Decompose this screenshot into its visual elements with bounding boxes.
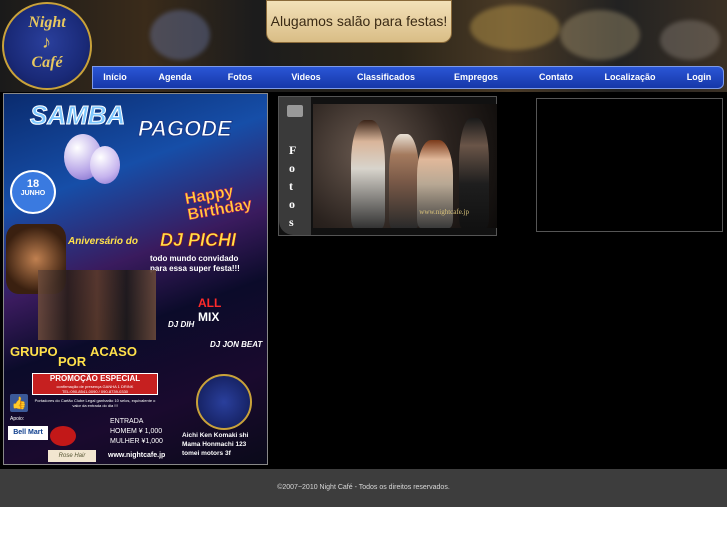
entrada-label: ENTRADA [110, 418, 144, 425]
nav-videos[interactable]: Videos [283, 67, 329, 88]
band-photo [38, 270, 156, 340]
balloon-decoration [90, 146, 120, 184]
address-line3: tomei motors 3f [182, 450, 231, 457]
invite-line1: todo mundo convidado [150, 254, 239, 263]
group-line2: POR [58, 354, 87, 369]
date-month: JUNHO [20, 190, 46, 197]
nav-contato[interactable]: Contato [533, 67, 579, 88]
side-panel [536, 98, 723, 232]
card-note: Portadores do Cartão Clube Legal ganharã… [34, 398, 156, 408]
dj-jon-beat-text: DJ JON BEAT [210, 340, 263, 349]
sponsor-logo [50, 426, 76, 446]
sponsor-rosehair: Rose Hair [48, 450, 96, 462]
fotos-tab-letters: F o t o s [289, 143, 297, 229]
all-mix-line2: MIX [198, 310, 220, 324]
logo-line1: Night [28, 14, 66, 31]
nav-inicio[interactable]: Início [93, 67, 137, 88]
stage-light [660, 20, 720, 60]
sponsor-bellmart: Bell Mart [8, 426, 48, 440]
nav-localizacao[interactable]: Localização [599, 67, 661, 88]
promo-box: PROMOÇÃO ESPECIAL confirmação de presenç… [32, 373, 158, 395]
night-cafe-badge [196, 374, 252, 430]
invite-line2: para essa super festa!!! [150, 264, 240, 273]
photo-gallery[interactable]: F o t o s www.nightcafe.jp [278, 96, 497, 236]
nav-fotos[interactable]: Fotos [219, 67, 261, 88]
nav-agenda[interactable]: Agenda [149, 67, 201, 88]
person-silhouette [351, 120, 385, 228]
happy-birthday-text: Happy Birthday [183, 182, 254, 224]
like-icon: 👍 [10, 394, 28, 412]
main-nav: Início Agenda Fotos Videos Classificados… [92, 66, 724, 89]
poster-title-pagode: PAGODE [138, 116, 233, 142]
nav-empregos[interactable]: Empregos [449, 67, 503, 88]
anniversary-text: Aniversário do [68, 236, 139, 247]
camera-icon [287, 105, 303, 117]
party-photo[interactable]: www.nightcafe.jp [313, 104, 497, 228]
night-cafe-logo[interactable]: Night ♪ Café [2, 2, 92, 90]
poster-website: www.nightcafe.jp [108, 452, 166, 459]
date-day: 18 [26, 178, 40, 190]
promo-tel: TEL:090-8541-0090 / 090-8739-0330 [61, 389, 129, 394]
saxophone-icon: ♪ [42, 32, 51, 52]
fotos-tab[interactable]: F o t o s [279, 97, 311, 235]
address-line2: Mama Honmachi 123 [182, 441, 247, 448]
poster-title-samba: SAMBA [29, 100, 126, 131]
promo-title: PROMOÇÃO ESPECIAL [49, 374, 141, 383]
person-silhouette [389, 134, 419, 228]
stage-light [560, 10, 640, 60]
dj-dih-text: DJ DIH [168, 320, 195, 329]
stage-light [150, 10, 210, 60]
photo-watermark: www.nightcafe.jp [419, 208, 469, 216]
group-line3: ACASO [90, 344, 137, 359]
group-line1: GRUPO [10, 344, 58, 359]
entrada-mulher: MULHER ¥1,000 [110, 438, 163, 445]
event-poster[interactable]: SAMBA PAGODE 18 JUNHO Happy Birthday Ani… [3, 93, 268, 465]
apoio-label: Apoio: [10, 416, 25, 422]
all-mix-line1: ALL [198, 296, 222, 310]
entrada-homem: HOMEM ¥ 1,000 [110, 428, 163, 435]
copyright-text: ©2007~2010 Night Café - Todos os direito… [277, 484, 450, 491]
footer: ©2007~2010 Night Café - Todos os direito… [0, 469, 727, 507]
nav-classificados[interactable]: Classificados [351, 67, 421, 88]
dj-pichi-text: DJ PICHI [160, 230, 237, 251]
stage-light [470, 5, 560, 50]
address-line1: Aichi Ken Komaki shi [182, 432, 249, 439]
rental-banner[interactable]: Alugamos salão para festas! [266, 0, 452, 43]
page-bottom [0, 507, 727, 545]
logo-line2: Café [31, 54, 63, 71]
date-badge: 18 JUNHO [10, 170, 56, 214]
nav-login[interactable]: Login [679, 67, 719, 88]
